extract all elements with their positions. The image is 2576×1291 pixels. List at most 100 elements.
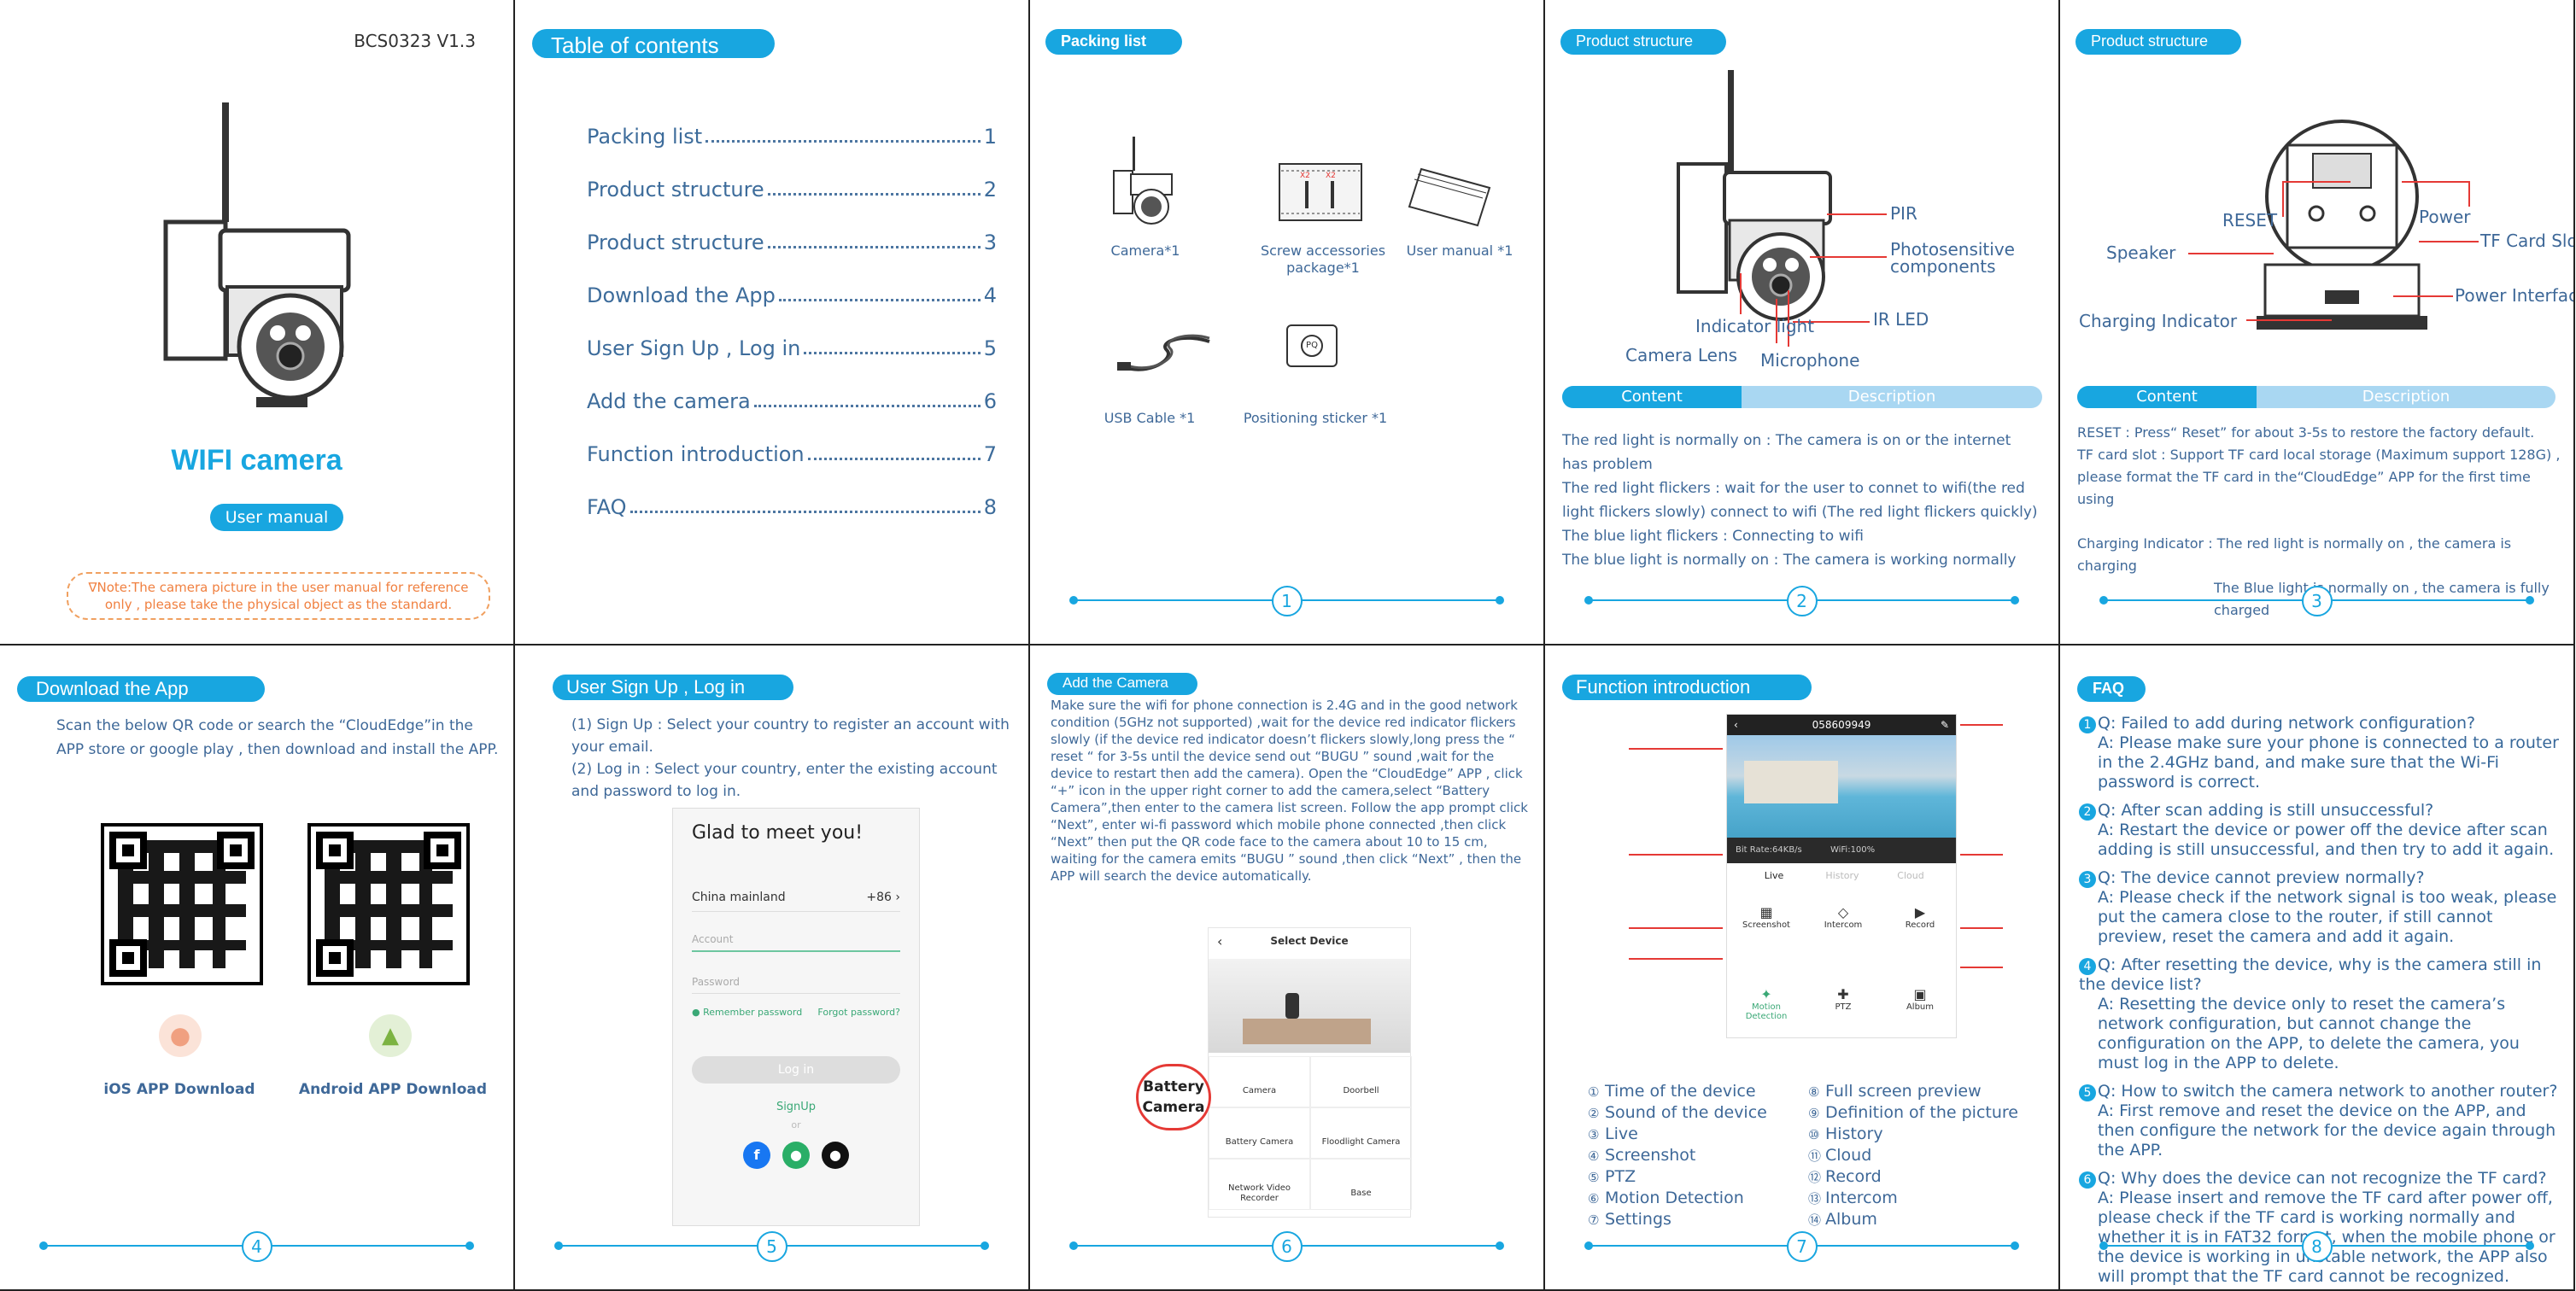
device-option-battery-camera[interactable]: Battery Camera: [1209, 1107, 1310, 1159]
part-label: Indicator light: [1695, 316, 1815, 336]
camera-icon: [1113, 137, 1173, 225]
ios-qr-code[interactable]: [101, 823, 263, 985]
android-download-label[interactable]: Android APP Download: [290, 1081, 495, 1098]
wechat-icon[interactable]: ●: [782, 1142, 810, 1169]
album-button[interactable]: ▣ Album: [1886, 986, 1954, 1012]
packing-item-label: Positioning sticker *1: [1243, 410, 1388, 426]
legend-item: ⑩ History: [1808, 1125, 1883, 1143]
leader-line: [1629, 927, 1723, 929]
download-header: Download the App: [17, 676, 265, 702]
tab-history[interactable]: History: [1812, 870, 1872, 881]
ios-download-label[interactable]: iOS APP Download: [85, 1081, 273, 1098]
device-option-base[interactable]: Base: [1310, 1159, 1412, 1210]
description-row: The blue light is normally on : The came…: [1562, 552, 2017, 569]
packing-item-label: Screw accessories package*1: [1260, 242, 1386, 276]
svg-text:X2: X2: [1300, 172, 1310, 180]
part-label: Charging Indicator: [2079, 311, 2238, 331]
usb-cable-icon: [1117, 334, 1210, 371]
leader-line: [1827, 213, 1887, 215]
greeting: Glad to meet you!: [692, 822, 864, 844]
structure1-panel: Product structure PIR Photosensitive com…: [1545, 0, 2060, 646]
live-preview[interactable]: [1727, 735, 1956, 838]
toc-header: Table of contents: [532, 29, 775, 58]
tab-cloud[interactable]: Cloud: [1881, 870, 1941, 881]
device-id: 058609949: [1812, 719, 1871, 731]
description-list: The red light is normally on : The camer…: [1562, 429, 2040, 572]
manual-icon: [1408, 167, 1491, 227]
packing-panel: Packing list Camera*1 X2 X2 Screw accesso…: [1030, 0, 1545, 646]
toc-item[interactable]: Product structure 2: [587, 178, 997, 202]
login-button[interactable]: Log in: [692, 1056, 900, 1084]
download-instructions: Scan the below QR code or search the “Cl…: [56, 717, 499, 758]
legend-item: ④ Screenshot: [1588, 1146, 1696, 1165]
part-label: Camera Lens: [1625, 345, 1738, 365]
toc-item[interactable]: User Sign Up , Log in 5: [587, 336, 997, 360]
leader-line: [1960, 724, 2003, 726]
structure1-header: Product structure: [1560, 29, 1726, 55]
toc-item[interactable]: Packing list 1: [587, 125, 997, 149]
record-button[interactable]: ▶ Record: [1886, 904, 1954, 930]
toc-item[interactable]: Function introduction 7: [587, 442, 997, 466]
device-option-camera[interactable]: Camera: [1209, 1056, 1310, 1107]
addcam-header: Add the Camera: [1047, 673, 1197, 695]
page-number: 3: [2301, 586, 2333, 616]
signup-step: (1) Sign Up : Select your country to reg…: [571, 716, 1010, 756]
signup-panel: User Sign Up , Log in (1) Sign Up : Sele…: [515, 646, 1030, 1291]
legend-item: ① Time of the device: [1588, 1082, 1756, 1101]
leader-line: [2246, 319, 2332, 321]
description-row: RESET : Press“ Reset” for about 3-5s to …: [2077, 424, 2535, 441]
leader-line: [2419, 241, 2479, 242]
faq-item: 6 Q: Why does the device can not recogniz…: [2079, 1169, 2562, 1287]
leader-line: [2468, 181, 2470, 207]
packing-header: Packing list: [1045, 29, 1182, 55]
screenshot-button[interactable]: ▦ Screenshot: [1732, 904, 1800, 930]
part-label: Power Interface: [2455, 285, 2575, 306]
leader-line: [1629, 748, 1723, 750]
password-field[interactable]: Password: [692, 976, 900, 994]
packing-item-label: User manual *1: [1406, 242, 1513, 259]
motion-detection-button[interactable]: ✦ Motion Detection: [1732, 986, 1800, 1021]
device-option-nvr[interactable]: Network Video Recorder: [1209, 1159, 1310, 1210]
function-panel: Function introduction ‹ 058609949 ✎ Bit …: [1545, 646, 2060, 1291]
ptz-button[interactable]: ✚ PTZ: [1809, 986, 1877, 1012]
sticker-icon: PQ: [1286, 324, 1338, 367]
back-icon[interactable]: ‹: [1734, 715, 1738, 735]
part-label: Power: [2419, 207, 2471, 227]
download-panel: Download the App Scan the below QR code …: [0, 646, 515, 1291]
structure2-header: Product structure: [2075, 29, 2241, 55]
function-header: Function introduction: [1562, 675, 1812, 700]
device-option-doorbell[interactable]: Doorbell: [1310, 1056, 1412, 1107]
legend-item: ② Sound of the device: [1588, 1103, 1767, 1122]
toc-item[interactable]: Add the camera 6: [587, 389, 997, 413]
leader-line: [2402, 181, 2470, 183]
toc-panel: Table of contents Packing list 1 Product …: [515, 0, 1030, 646]
toc-item[interactable]: Product structure 3: [587, 231, 997, 254]
android-qr-code[interactable]: [307, 823, 470, 985]
remember-password-checkbox[interactable]: ● Remember password: [692, 1007, 802, 1018]
part-label: IR LED: [1873, 309, 1929, 330]
faq-item: 1 Q: Failed to add during network configu…: [2079, 714, 2562, 792]
country-select[interactable]: China mainland +86 ›: [692, 891, 900, 912]
toc-item[interactable]: Download the App 4: [587, 283, 997, 307]
tab-live[interactable]: Live: [1744, 870, 1804, 881]
stream-status-bar: Bit Rate:64KB/s WiFi:100%: [1727, 838, 1956, 863]
addcam-instructions: Make sure the wifi for phone connection …: [1051, 698, 1528, 884]
intercom-button[interactable]: ◇ Intercom: [1809, 904, 1877, 930]
packing-item-label: Camera*1: [1110, 242, 1180, 259]
leader-line: [2282, 181, 2284, 217]
device-option-floodlight-camera[interactable]: Floodlight Camera: [1310, 1107, 1412, 1159]
page-number: 7: [1786, 1231, 1818, 1262]
account-field[interactable]: Account: [692, 933, 900, 952]
faq-item: 4 Q: After resetting the device, why is t…: [2079, 955, 2542, 1072]
camera-illustration: [163, 102, 351, 407]
settings-icon[interactable]: ✎: [1941, 715, 1949, 735]
toc-item[interactable]: FAQ 8: [587, 495, 997, 519]
forgot-password-link[interactable]: Forgot password?: [817, 1007, 900, 1018]
leader-line: [2393, 295, 2453, 297]
table-header: Content Description: [1562, 386, 2042, 408]
addcam-panel: Add the Camera Make sure the wifi for ph…: [1030, 646, 1545, 1291]
description-row: Charging Indicator : The red light is no…: [2077, 535, 2512, 574]
facebook-icon[interactable]: f: [743, 1142, 770, 1169]
signup-link[interactable]: SignUp: [673, 1101, 919, 1113]
apple-login-icon[interactable]: ●: [822, 1142, 849, 1169]
